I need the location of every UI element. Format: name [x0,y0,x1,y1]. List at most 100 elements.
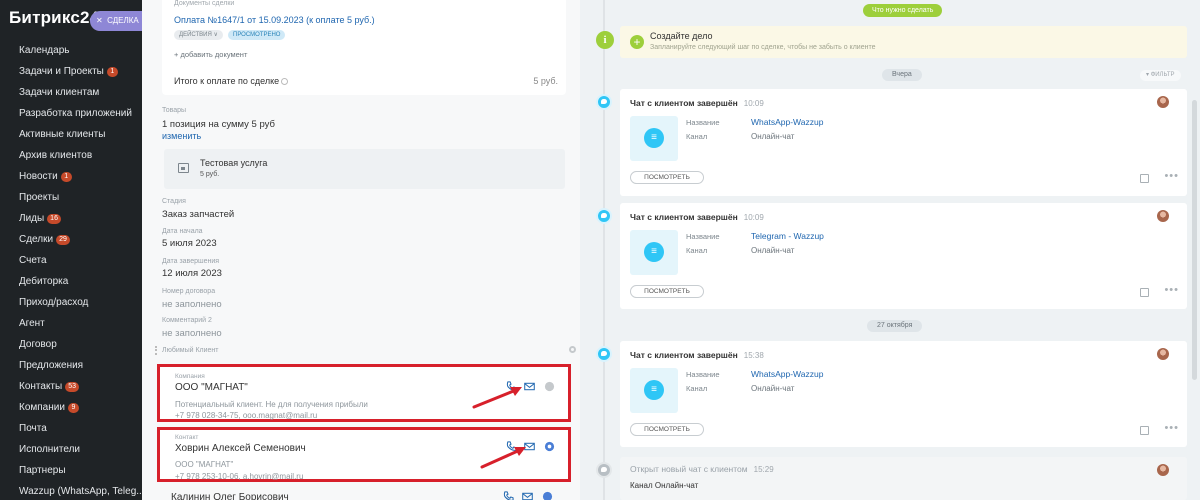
chat-name-link[interactable]: WhatsApp-Wazzup [751,117,823,127]
chat-thumbnail: ≡ [630,368,678,413]
chat-icon[interactable] [542,491,553,500]
contract-number-label: Номер договора [162,288,216,295]
view-button[interactable]: ПОСМОТРЕТЬ [630,171,704,184]
end-date-value: 12 июля 2023 [162,268,222,279]
deal-documents-card: Документы сделки Оплата №1647/1 от 15.09… [162,0,566,95]
contact-name[interactable]: Калинин Олег Борисович [171,492,289,500]
avatar[interactable] [1157,348,1169,360]
view-button[interactable]: ПОСМОТРЕТЬ [630,423,704,436]
note-icon[interactable] [1140,426,1149,435]
viewed-status-chip: ПРОСМОТРЕНО [228,30,286,40]
phone-icon[interactable] [503,491,514,500]
event-time: 10:09 [743,213,764,222]
sidebar-item-calendar[interactable]: Календарь [19,45,69,56]
counter-badge: 1 [106,67,118,77]
todo-section-pill: Что нужно сделать [863,4,943,17]
chat-bubble-icon: ≡ [644,380,664,400]
product-card[interactable]: Тестовая услуга 5 руб. [164,149,565,189]
create-activity-title: Создайте дело [650,31,713,41]
event-title: Чат с клиентом завершён 10:09 [630,98,764,108]
goods-label: Товары [162,107,187,114]
sidebar-item-wazzup[interactable]: Wazzup (WhatsApp, Teleg... [19,486,145,497]
sidebar-item-offers[interactable]: Предложения [19,360,83,371]
sidebar-item-tasks-projects[interactable]: Задачи и Проекты 1 [19,66,118,77]
sidebar-item-partners[interactable]: Партнеры [19,465,66,476]
sidebar-item-client-tasks[interactable]: Задачи клиентам [19,87,99,98]
timeline-scrollbar[interactable] [1192,100,1197,380]
create-activity-card[interactable]: + Создайте дело Запланируйте следующий ш… [620,26,1187,58]
event-title: Чат с клиентом завершён 10:09 [630,212,764,222]
sidebar-item-client-archive[interactable]: Архив клиентов [19,150,92,161]
sidebar-item-invoices[interactable]: Счета [19,255,47,266]
bitrix24-logo[interactable]: Битрикс24 [9,8,99,28]
counter-badge: 1 [60,172,72,182]
client-section-title: Любимый Клиент [162,347,219,354]
note-icon[interactable] [1140,288,1149,297]
channel-line: Канал Онлайн-чат [630,481,699,490]
chat-name-link[interactable]: Telegram - Wazzup [751,231,824,241]
deal-timeline: Что нужно сделать i + Создайте дело Запл… [580,0,1200,500]
sidebar-item-projects[interactable]: Проекты [19,192,59,203]
sidebar-item-leads[interactable]: Лиды 16 [19,213,61,224]
event-time: 10:09 [743,99,764,108]
company-contacts: +7 978 028-34-75, ooo.magnat@mail.ru [175,411,318,420]
email-icon[interactable] [522,491,533,500]
channel-value: Онлайн-чат [751,246,795,255]
more-icon[interactable]: ••• [1164,284,1179,296]
chat-bubble-icon: ≡ [644,128,664,148]
chat-icon[interactable] [544,441,555,452]
timeline-event-card: Открыт новый чат с клиентом 15:29 Канал О… [620,457,1187,500]
counter-badge: 9 [67,403,79,413]
company-name[interactable]: ООО "МАГНАТ" [175,382,248,393]
note-icon[interactable] [1140,174,1149,183]
close-deal-tab[interactable]: ✕ СДЕЛКА [90,11,142,31]
drag-handle-icon[interactable] [155,346,158,355]
sidebar-item-executors[interactable]: Исполнители [19,444,80,455]
sidebar-item-receivables[interactable]: Дебиторка [19,276,68,287]
sidebar-item-active-clients[interactable]: Активные клиенты [19,129,105,140]
chat-name-link[interactable]: WhatsApp-Wazzup [751,369,823,379]
chat-icon[interactable] [544,381,555,392]
plus-icon[interactable]: + [630,35,644,49]
document-actions-chip[interactable]: ДЕЙСТВИЯ ∨ [174,30,223,40]
sidebar-item-news[interactable]: Новости 1 [19,171,72,182]
sidebar-item-income-expense[interactable]: Приход/расход [19,297,88,308]
contact-name[interactable]: Ховрин Алексей Семенович [175,443,306,454]
more-icon[interactable]: ••• [1164,170,1179,182]
chat-bubble-icon: ≡ [644,242,664,262]
channel-value: Онлайн-чат [751,132,795,141]
gear-icon[interactable] [569,346,576,353]
total-to-pay-label: Итого к оплате по сделке [174,76,289,86]
avatar[interactable] [1157,96,1169,108]
sidebar-item-contract[interactable]: Договор [19,339,57,350]
sidebar-item-mail[interactable]: Почта [19,423,47,434]
contract-number-value: не заполнено [162,299,222,310]
client-type-label: Контакт [175,434,199,441]
total-to-pay-value: 5 руб. [533,76,558,86]
avatar[interactable] [1157,464,1169,476]
sidebar-item-companies[interactable]: Компании 9 [19,402,79,413]
add-document-link[interactable]: + добавить документ [174,50,247,59]
sidebar-item-agent[interactable]: Агент [19,318,45,329]
avatar[interactable] [1157,210,1169,222]
chat-thumbnail: ≡ [630,230,678,275]
name-label: Название [686,118,720,127]
channel-value: Онлайн-чат [751,384,795,393]
payment-document-link[interactable]: Оплата №1647/1 от 15.09.2023 (к оплате 5… [174,15,375,25]
image-placeholder-icon [178,163,189,173]
event-time: 15:29 [753,465,774,474]
more-icon[interactable]: ••• [1164,422,1179,434]
sidebar-item-app-development[interactable]: Разработка приложений [19,108,132,119]
company-description: Потенциальный клиент. Не для получения п… [175,400,368,409]
event-title: Чат с клиентом завершён 15:38 [630,350,764,360]
sidebar-item-deals[interactable]: Сделки 29 [19,234,70,245]
info-icon[interactable] [281,78,289,85]
timeline-event-card: Чат с клиентом завершён 15:38 ≡ Название … [620,341,1187,447]
goods-summary: 1 позиция на сумму 5 руб [162,119,275,130]
counter-badge: 53 [65,382,79,392]
close-icon: ✕ [96,16,103,25]
filter-button[interactable]: ▾ ФИЛЬТР [1140,70,1181,81]
sidebar-item-contacts[interactable]: Контакты 53 [19,381,79,392]
edit-goods-link[interactable]: изменить [162,131,201,141]
view-button[interactable]: ПОСМОТРЕТЬ [630,285,704,298]
